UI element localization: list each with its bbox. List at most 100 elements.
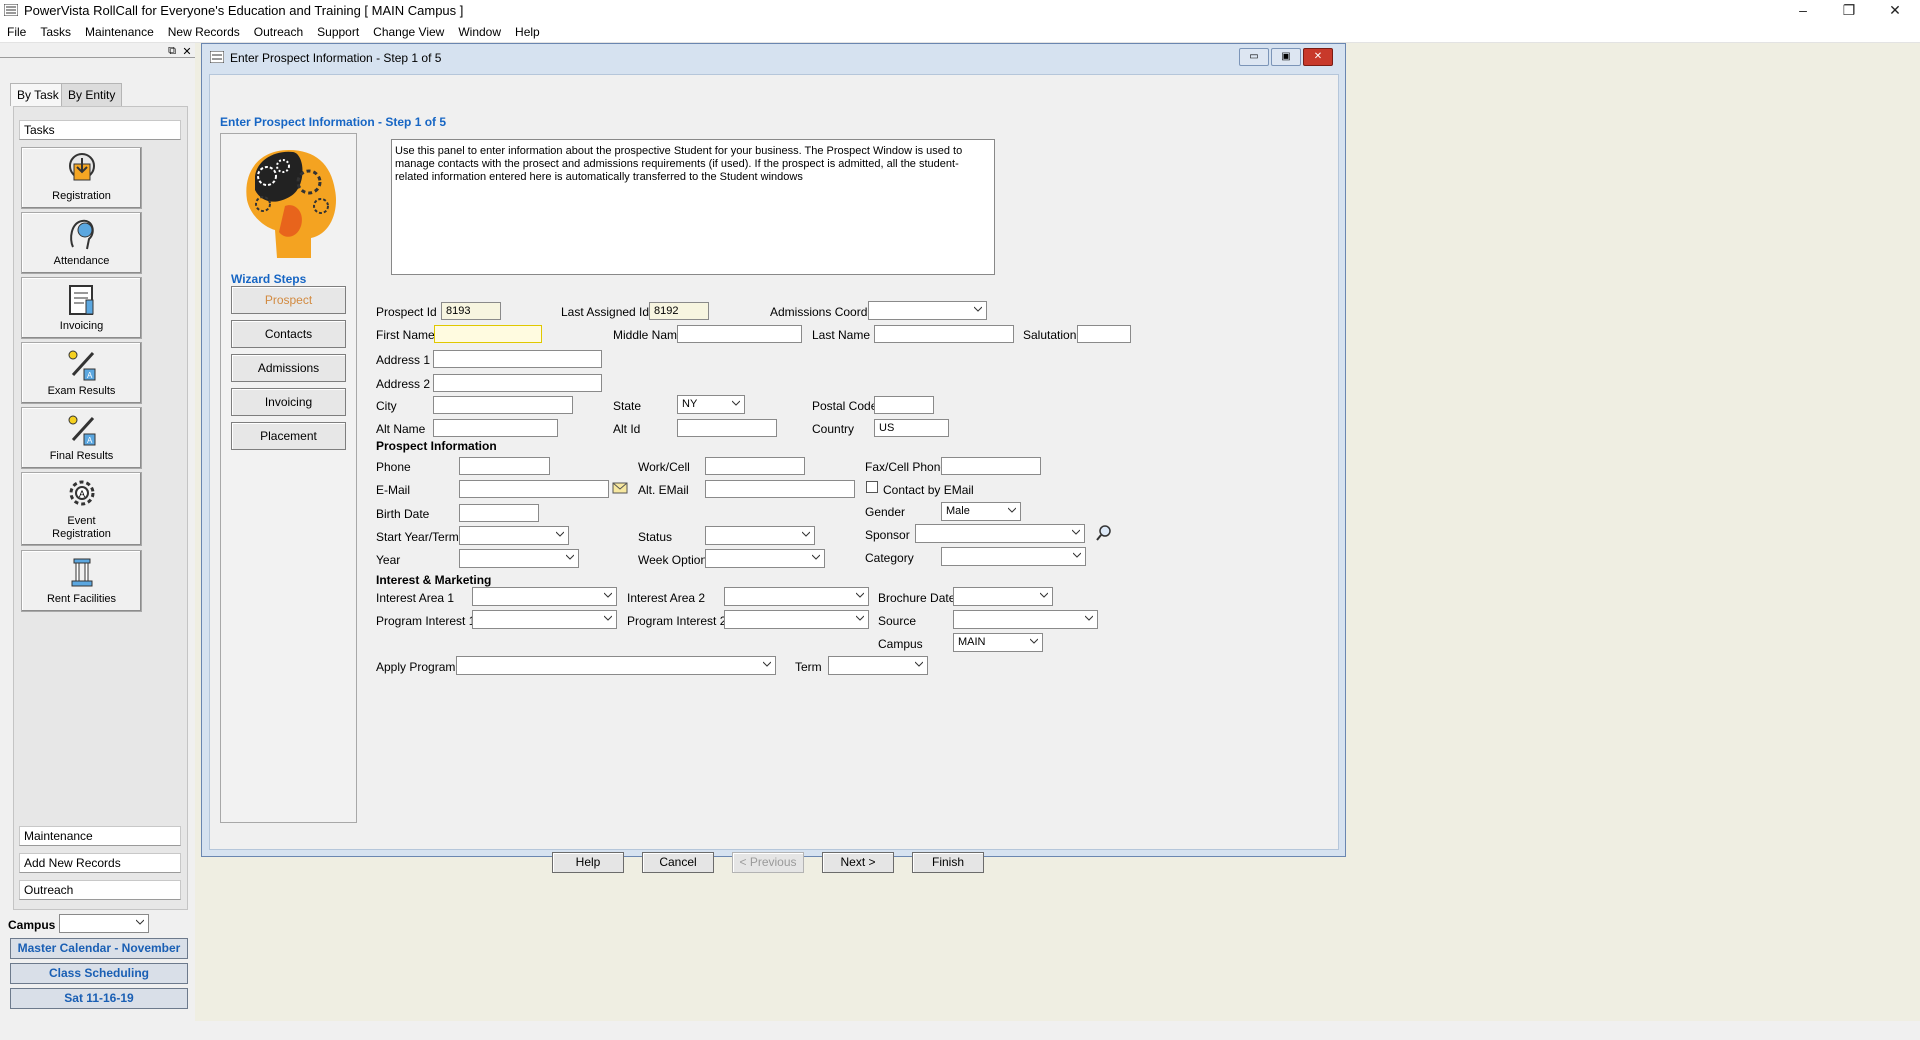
salutation-field[interactable] bbox=[1077, 325, 1131, 343]
task-attendance[interactable]: Attendance bbox=[21, 212, 142, 274]
fax-cell-phone-label: Fax/Cell Phone bbox=[865, 460, 948, 474]
category-select[interactable] bbox=[941, 547, 1086, 566]
tasks-header[interactable]: Tasks bbox=[19, 120, 181, 140]
section-outreach[interactable]: Outreach bbox=[19, 880, 181, 900]
brochure-date-select[interactable] bbox=[953, 587, 1053, 606]
task-exam-results[interactable]: A Exam Results bbox=[21, 342, 142, 404]
step-invoicing[interactable]: Invoicing bbox=[231, 388, 346, 416]
alt-name-field[interactable] bbox=[433, 419, 558, 437]
close-button[interactable]: ✕ bbox=[1872, 0, 1918, 22]
program-interest1-select[interactable] bbox=[472, 610, 617, 629]
last-name-label: Last Name bbox=[812, 328, 871, 342]
state-select[interactable]: NY bbox=[677, 395, 745, 414]
birth-date-field[interactable] bbox=[459, 504, 539, 522]
minimize-button[interactable]: – bbox=[1780, 0, 1826, 22]
admissions-coord-select[interactable] bbox=[868, 301, 987, 320]
year-select[interactable] bbox=[459, 549, 579, 568]
sponsor-select[interactable] bbox=[915, 524, 1085, 543]
campus-select[interactable] bbox=[59, 914, 149, 933]
city-field[interactable] bbox=[433, 396, 573, 414]
task-final-results[interactable]: A Final Results bbox=[21, 407, 142, 469]
step-admissions[interactable]: Admissions bbox=[231, 354, 346, 382]
contact-by-email-checkbox[interactable] bbox=[866, 481, 878, 493]
chevron-down-icon bbox=[974, 306, 982, 312]
step-placement[interactable]: Placement bbox=[231, 422, 346, 450]
email-field[interactable] bbox=[459, 480, 609, 498]
chevron-down-icon bbox=[136, 919, 144, 925]
step-prospect[interactable]: Prospect bbox=[231, 286, 346, 314]
dialog-close-button[interactable]: ✕ bbox=[1303, 48, 1333, 66]
term-select[interactable] bbox=[828, 656, 928, 675]
finish-button[interactable]: Finish bbox=[912, 852, 984, 873]
menu-file[interactable]: File bbox=[0, 22, 33, 42]
task-label: Final Results bbox=[49, 450, 114, 462]
master-calendar-button[interactable]: Master Calendar - November bbox=[10, 938, 188, 959]
interest-area1-label: Interest Area 1 bbox=[376, 591, 455, 605]
chevron-down-icon bbox=[604, 615, 612, 621]
middle-name-field[interactable] bbox=[677, 325, 802, 343]
registration-icon bbox=[68, 153, 95, 181]
menu-tasks[interactable]: Tasks bbox=[33, 22, 78, 42]
section-add-new-records[interactable]: Add New Records bbox=[19, 853, 181, 873]
sponsor-label: Sponsor bbox=[865, 528, 910, 542]
alt-id-label: Alt Id bbox=[613, 422, 641, 436]
country-field[interactable]: US bbox=[874, 419, 949, 437]
phone-field[interactable] bbox=[459, 457, 550, 475]
last-name-field[interactable] bbox=[874, 325, 1014, 343]
interest-area1-select[interactable] bbox=[472, 587, 617, 606]
step-contacts[interactable]: Contacts bbox=[231, 320, 346, 348]
week-option-select[interactable] bbox=[705, 549, 825, 568]
campus-field-select[interactable]: MAIN bbox=[953, 633, 1043, 652]
menu-change-view[interactable]: Change View bbox=[366, 22, 451, 42]
address1-field[interactable] bbox=[433, 350, 602, 368]
status-select[interactable] bbox=[705, 526, 815, 545]
address2-field[interactable] bbox=[433, 374, 602, 392]
previous-button[interactable]: < Previous bbox=[732, 852, 804, 873]
class-scheduling-button[interactable]: Class Scheduling bbox=[10, 963, 188, 984]
tab-by-entity[interactable]: By Entity bbox=[61, 83, 123, 106]
source-select[interactable] bbox=[953, 610, 1098, 629]
menu-outreach[interactable]: Outreach bbox=[247, 22, 310, 42]
restore-button[interactable]: ❐ bbox=[1826, 0, 1872, 22]
wizard-steps-label: Wizard Steps bbox=[231, 272, 307, 286]
task-registration[interactable]: Registration bbox=[21, 147, 142, 209]
work-cell-field[interactable] bbox=[705, 457, 805, 475]
cancel-button[interactable]: Cancel bbox=[642, 852, 714, 873]
window-title: PowerVista RollCall for Everyone's Educa… bbox=[24, 3, 464, 18]
menu-help[interactable]: Help bbox=[508, 22, 547, 42]
interest-area2-label: Interest Area 2 bbox=[627, 591, 706, 605]
tab-by-task[interactable]: By Task bbox=[10, 83, 66, 106]
chevron-down-icon bbox=[763, 661, 771, 667]
alt-email-field[interactable] bbox=[705, 480, 855, 498]
start-year-term-select[interactable] bbox=[459, 526, 569, 545]
apply-program-select[interactable] bbox=[456, 656, 776, 675]
send-email-icon[interactable] bbox=[612, 481, 628, 495]
section-maintenance[interactable]: Maintenance bbox=[19, 826, 181, 846]
dialog-maximize-button[interactable]: ▣ bbox=[1271, 48, 1301, 66]
interest-area2-select[interactable] bbox=[724, 587, 869, 606]
alt-name-label: Alt Name bbox=[376, 422, 426, 436]
sponsor-search-icon[interactable] bbox=[1095, 524, 1113, 542]
menu-support[interactable]: Support bbox=[310, 22, 366, 42]
fax-cell-phone-field[interactable] bbox=[941, 457, 1041, 475]
next-button[interactable]: Next > bbox=[822, 852, 894, 873]
gender-select[interactable]: Male bbox=[941, 502, 1021, 521]
program-interest2-select[interactable] bbox=[724, 610, 869, 629]
dialog-minimize-button[interactable]: ▭ bbox=[1239, 48, 1269, 66]
chevron-down-icon bbox=[802, 531, 810, 537]
menu-maintenance[interactable]: Maintenance bbox=[78, 22, 161, 42]
category-label: Category bbox=[865, 551, 914, 565]
task-event-registration[interactable]: A Event Registration bbox=[21, 472, 142, 546]
address1-label: Address 1 bbox=[376, 353, 431, 367]
first-name-field[interactable] bbox=[434, 325, 542, 343]
prospect-id-field: 8193 bbox=[441, 302, 501, 320]
task-rent-facilities[interactable]: Rent Facilities bbox=[21, 550, 142, 612]
postal-code-field[interactable] bbox=[874, 396, 934, 414]
help-button[interactable]: Help bbox=[552, 852, 624, 873]
phone-label: Phone bbox=[376, 460, 411, 474]
alt-id-field[interactable] bbox=[677, 419, 777, 437]
date-button[interactable]: Sat 11-16-19 bbox=[10, 988, 188, 1009]
menu-window[interactable]: Window bbox=[451, 22, 508, 42]
task-invoicing[interactable]: Invoicing bbox=[21, 277, 142, 339]
menu-new-records[interactable]: New Records bbox=[161, 22, 247, 42]
